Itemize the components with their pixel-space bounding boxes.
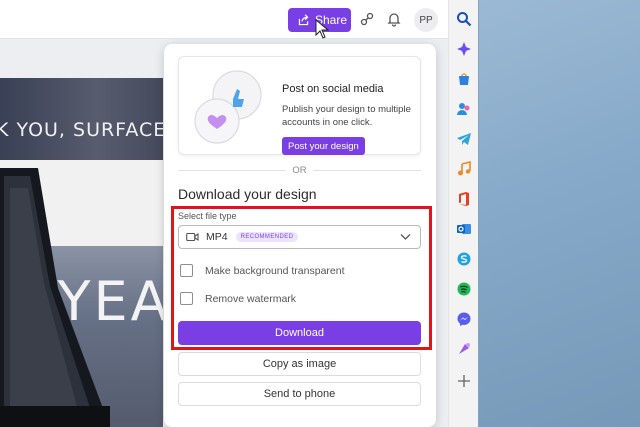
skype-icon[interactable]: [456, 251, 472, 267]
social-illustration-icon: [194, 70, 262, 144]
copy-as-image-button[interactable]: Copy as image: [178, 352, 421, 376]
add-icon[interactable]: [456, 373, 472, 389]
shopping-icon[interactable]: [456, 71, 472, 87]
spotify-icon[interactable]: [456, 281, 472, 297]
or-divider: OR: [178, 163, 421, 177]
telegram-icon[interactable]: [456, 131, 472, 147]
people-icon[interactable]: [456, 101, 472, 117]
notifications-bell-icon[interactable]: [386, 11, 402, 27]
office-icon[interactable]: [456, 191, 472, 207]
laptop-device-image: [0, 168, 110, 427]
share-icon: [298, 13, 309, 25]
or-text: OR: [292, 164, 307, 176]
messenger-icon[interactable]: [456, 311, 472, 327]
design-canvas[interactable]: K YOU, SURFACE FA 0 YEA: [0, 78, 163, 427]
desktop-background: [479, 0, 640, 427]
social-description: Publish your design to multiple accounts…: [282, 104, 411, 128]
connections-icon[interactable]: [359, 11, 375, 27]
edge-sidebar: [448, 0, 478, 427]
social-title: Post on social media: [282, 83, 384, 95]
divider-line: [312, 169, 421, 171]
divider-line: [178, 169, 287, 171]
user-avatar[interactable]: PP: [414, 8, 438, 32]
post-design-button[interactable]: Post your design: [282, 137, 365, 155]
download-heading: Download your design: [178, 186, 317, 202]
send-to-phone-button[interactable]: Send to phone: [178, 382, 421, 406]
social-media-card: Post on social media Publish your design…: [178, 56, 421, 155]
banner-text: K YOU, SURFACE FA: [0, 119, 163, 141]
games-icon[interactable]: [456, 341, 472, 357]
mouse-cursor-icon: [315, 19, 329, 39]
outlook-icon[interactable]: [456, 221, 472, 237]
top-toolbar: Share PP: [0, 0, 448, 39]
music-icon[interactable]: [456, 161, 472, 177]
copilot-icon[interactable]: [456, 41, 472, 57]
highlight-box: [171, 206, 432, 350]
search-icon[interactable]: [456, 11, 472, 27]
